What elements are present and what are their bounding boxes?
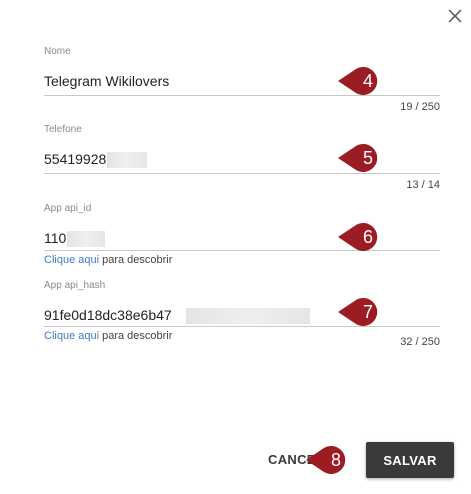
callout-number: 8 <box>330 450 341 470</box>
nome-label: Nome <box>44 46 71 57</box>
telegram-settings-dialog: Nome Telegram Wikilovers 19 / 250 Telefo… <box>0 0 471 494</box>
callout-marker-7: 7 <box>336 295 388 329</box>
api-hash-helper: Clique aqui para descobrir <box>44 330 172 343</box>
callout-marker-4: 4 <box>336 64 388 98</box>
callout-number: 6 <box>362 227 373 247</box>
api-id-label: App api_id <box>44 203 92 214</box>
callout-marker-5: 5 <box>336 141 388 175</box>
api-hash-counter: 32 / 250 <box>400 336 440 348</box>
redacted-block <box>67 231 106 248</box>
api-id-value: 110 <box>44 230 67 246</box>
telefone-input[interactable]: 55419928 <box>44 150 148 169</box>
callout-number: 5 <box>362 148 373 168</box>
api-hash-help-link[interactable]: Clique aqui <box>44 330 99 342</box>
telefone-counter: 13 / 14 <box>406 179 440 191</box>
api-id-help-link[interactable]: Clique aqui <box>44 254 99 266</box>
save-button[interactable]: SALVAR <box>366 442 454 478</box>
nome-counter: 19 / 250 <box>400 101 440 113</box>
api-hash-label: App api_hash <box>44 280 106 291</box>
redacted-block <box>185 308 310 325</box>
telefone-label: Telefone <box>44 124 82 135</box>
nome-input[interactable]: Telegram Wikilovers <box>44 72 169 90</box>
api-hash-value: 91fe0d18dc38e6b47 <box>44 307 172 323</box>
api-hash-input[interactable]: 91fe0d18dc38e6b47 <box>44 306 310 325</box>
callout-number: 7 <box>362 302 373 322</box>
api-id-input[interactable]: 110 <box>44 229 106 248</box>
api-id-helper-text: para descobrir <box>99 254 173 266</box>
redacted-block <box>107 152 148 169</box>
telefone-value: 55419928 <box>44 151 107 167</box>
close-icon[interactable] <box>444 5 466 27</box>
callout-marker-6: 6 <box>336 220 388 254</box>
api-id-helper: Clique aqui para descobrir <box>44 254 172 267</box>
api-hash-helper-text: para descobrir <box>99 330 173 342</box>
callout-number: 4 <box>362 71 373 91</box>
callout-marker-8: 8 <box>304 443 356 477</box>
